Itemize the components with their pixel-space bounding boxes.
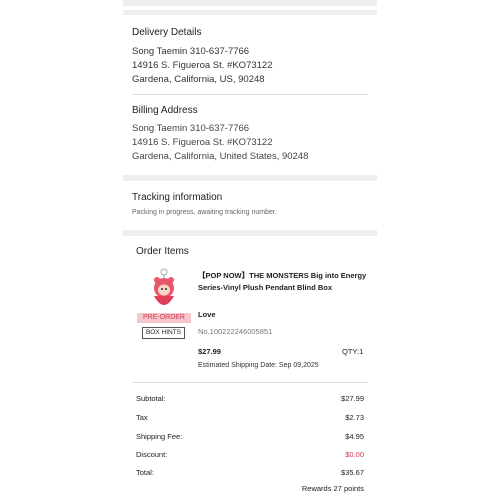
- section-divider: [123, 230, 377, 236]
- order-detail-page: Delivery Details Song Taemin 310-637-776…: [123, 0, 377, 500]
- shipping-fee-value: $4.95: [345, 432, 364, 441]
- tracking-status: Packing in progress, awaiting tracking n…: [132, 209, 277, 216]
- divider: [132, 94, 368, 95]
- section-divider: [123, 0, 377, 6]
- tax-label: Tax: [136, 413, 148, 422]
- subtotal-label: Subtotal:: [136, 394, 166, 403]
- tracking-title: Tracking information: [132, 192, 223, 203]
- order-items-title: Order Items: [136, 246, 189, 257]
- product-variant: Love: [198, 310, 216, 319]
- section-divider: [123, 175, 377, 181]
- section-divider: [123, 10, 377, 15]
- tax-value: $2.73: [345, 413, 364, 422]
- product-sku: No.100222246005851: [198, 327, 273, 336]
- rewards-points: Rewards 27 points: [301, 484, 364, 493]
- delivery-street: 14916 S. Figueroa St. #KO73122: [132, 60, 273, 71]
- product-price: $27.99: [198, 347, 221, 356]
- estimated-shipping-date: Estimated Shipping Date: Sep 09,2025: [198, 362, 319, 369]
- billing-title: Billing Address: [132, 105, 198, 116]
- billing-city: Gardena, California, United States, 9024…: [132, 151, 309, 162]
- pre-order-badge: PRE-ORDER: [137, 313, 191, 323]
- discount-value: $0.00: [345, 450, 364, 459]
- billing-name-phone: Song Taemin 310-637-7766: [132, 123, 250, 134]
- product-name[interactable]: 【POP NOW】THE MONSTERS Big into Energy Se…: [198, 270, 368, 294]
- product-quantity: QTY:1: [342, 347, 364, 356]
- delivery-name-phone: Song Taemin 310-637-7766: [132, 46, 250, 57]
- total-value: $35.67: [341, 468, 364, 477]
- discount-label: Discount:: [136, 450, 168, 459]
- delivery-city: Gardena, California, US, 90248: [132, 74, 265, 85]
- box-hints-button[interactable]: BOX HINTS: [142, 327, 185, 339]
- shipping-fee-label: Shipping Fee:: [136, 432, 183, 441]
- plush-pendant-image[interactable]: [137, 268, 191, 312]
- divider: [132, 382, 368, 383]
- billing-street: 14916 S. Figueroa St. #KO73122: [132, 137, 273, 148]
- subtotal-value: $27.99: [341, 394, 364, 403]
- total-label: Total:: [136, 468, 154, 477]
- delivery-title: Delivery Details: [132, 27, 202, 38]
